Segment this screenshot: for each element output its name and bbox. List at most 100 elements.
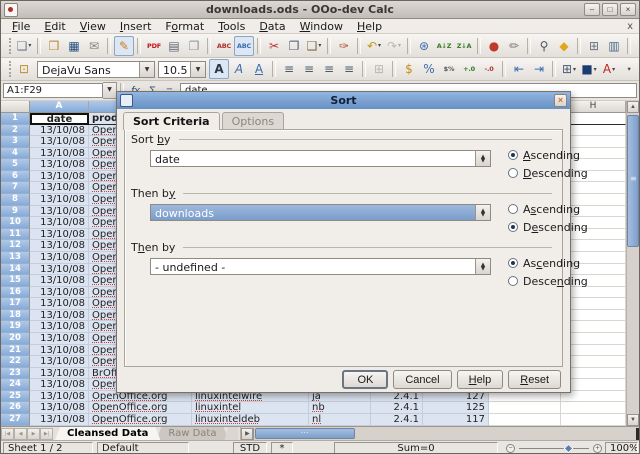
row-header-3[interactable]: 3	[1, 136, 30, 148]
cell[interactable]: 13/10/08	[30, 182, 89, 194]
cell[interactable]: 117	[423, 414, 489, 426]
reset-button[interactable]: Reset	[508, 370, 561, 389]
find-replace-button[interactable]: ⚲	[534, 36, 554, 56]
open-button[interactable]: ❒	[44, 36, 64, 56]
align-right-button[interactable]: ≡	[319, 59, 339, 79]
clone-formatting-button[interactable]: ✑	[334, 36, 354, 56]
document-close-icon[interactable]: x	[627, 21, 633, 32]
toolbar-overflow-button[interactable]: ▾	[619, 59, 639, 79]
edit-file-button[interactable]: ✎	[114, 36, 134, 56]
cell[interactable]: linuxintel	[192, 402, 309, 414]
zoom-button[interactable]: ⚲	[634, 36, 640, 56]
delete-decimal-place-button[interactable]: -.0	[479, 59, 499, 79]
radio-icon[interactable]	[508, 258, 518, 268]
chevron-down-icon[interactable]: ▼	[190, 62, 205, 77]
row-header-18[interactable]: 18	[1, 310, 30, 322]
undo-button[interactable]: ↶▾	[364, 36, 384, 56]
row-header-15[interactable]: 15	[1, 275, 30, 287]
hyperlink-button[interactable]: ⊛	[414, 36, 434, 56]
menu-format[interactable]: Format	[158, 19, 211, 34]
row-header-6[interactable]: 6	[1, 171, 30, 183]
cell[interactable]: 13/10/08	[30, 298, 89, 310]
cell[interactable]: 13/10/08	[30, 194, 89, 206]
cell[interactable]: 13/10/08	[30, 171, 89, 183]
row-header-14[interactable]: 14	[1, 264, 30, 276]
number-format-percent-button[interactable]: %	[419, 59, 439, 79]
merge-cells-button[interactable]: ⊞	[369, 59, 389, 79]
cell[interactable]: 125	[423, 402, 489, 414]
row-header-11[interactable]: 11	[1, 229, 30, 241]
menu-window[interactable]: Window	[293, 19, 350, 34]
last-sheet-button[interactable]: ▶|	[40, 428, 53, 440]
cancel-button[interactable]: Cancel	[393, 370, 451, 389]
dialog-close-button[interactable]: ×	[554, 94, 567, 107]
previous-sheet-button[interactable]: ◀	[14, 428, 27, 440]
row-header-2[interactable]: 2	[1, 125, 30, 137]
cell[interactable]: 13/10/08	[30, 379, 89, 391]
gallery-button[interactable]: ⊞	[584, 36, 604, 56]
spinner-icon[interactable]: ▲▼	[475, 151, 490, 166]
page-style-field[interactable]: Default	[97, 442, 189, 454]
sort-by-combobox[interactable]: date ▲▼	[150, 150, 491, 167]
row-header-27[interactable]: 27	[1, 414, 30, 426]
cell[interactable]: OpenOffice.org	[89, 414, 192, 426]
page-preview-button[interactable]: ❐	[184, 36, 204, 56]
zoom-in-icon[interactable]: +	[593, 444, 602, 453]
cell[interactable]: 13/10/08	[30, 217, 89, 229]
sort-descending-button[interactable]: Z↓A	[454, 36, 474, 56]
cell[interactable]: 13/10/08	[30, 240, 89, 252]
tab-sort-criteria[interactable]: Sort Criteria	[123, 112, 220, 130]
then-by-combobox-2[interactable]: - undefined - ▲▼	[150, 258, 491, 275]
cell[interactable]: 13/10/08	[30, 159, 89, 171]
export-pdf-button[interactable]: PDF	[144, 36, 164, 56]
cell[interactable]: nl	[309, 414, 371, 426]
font-size-combobox[interactable]: 10.5 ▼	[158, 61, 206, 78]
zoom-out-icon[interactable]: −	[506, 444, 515, 453]
cell[interactable]: 13/10/08	[30, 310, 89, 322]
maximize-button[interactable]: □	[602, 3, 618, 16]
cell[interactable]: linuxinteldeb	[192, 414, 309, 426]
menu-view[interactable]: View	[73, 19, 113, 34]
descending-radio-3[interactable]: Descending	[508, 274, 588, 288]
row-header-7[interactable]: 7	[1, 182, 30, 194]
cell[interactable]: 13/10/08	[30, 368, 89, 380]
zoom-percentage[interactable]: 100%	[605, 442, 638, 454]
selection-mode-field[interactable]: STD	[233, 442, 267, 454]
cut-button[interactable]: ✂	[264, 36, 284, 56]
descending-radio-1[interactable]: Descending	[508, 166, 588, 180]
cell[interactable]: 13/10/08	[30, 356, 89, 368]
cell[interactable]	[489, 402, 561, 414]
radio-icon[interactable]	[508, 222, 518, 232]
cell[interactable]: nb	[309, 402, 371, 414]
row-header-12[interactable]: 12	[1, 240, 30, 252]
first-sheet-button[interactable]: |◀	[1, 428, 14, 440]
horizontal-scrollbar[interactable]: ◀ ▶	[240, 427, 639, 440]
horizontal-scrollbar-thumb[interactable]	[255, 428, 355, 439]
row-header-10[interactable]: 10	[1, 217, 30, 229]
menu-data[interactable]: Data	[252, 19, 292, 34]
cell[interactable]: OpenOffice.org	[89, 402, 192, 414]
zoom-slider-track[interactable]	[519, 448, 589, 449]
name-box[interactable]: A1:F29	[3, 83, 103, 98]
spinner-icon[interactable]: ▲▼	[475, 205, 490, 220]
menu-insert[interactable]: Insert	[113, 19, 159, 34]
cell[interactable]: 13/10/08	[30, 125, 89, 137]
cell[interactable]: 13/10/08	[30, 414, 89, 426]
menu-tools[interactable]: Tools	[211, 19, 252, 34]
cell[interactable]: 13/10/08	[30, 287, 89, 299]
spinner-icon[interactable]: ▲▼	[475, 259, 490, 274]
cell[interactable]	[561, 414, 626, 426]
cell[interactable]: 2.4.1	[371, 414, 423, 426]
row-header-16[interactable]: 16	[1, 287, 30, 299]
column-header-A[interactable]: A	[30, 101, 89, 113]
italic-button[interactable]: A	[229, 59, 249, 79]
cell[interactable]: 13/10/08	[30, 402, 89, 414]
cell[interactable]: date	[30, 113, 89, 125]
row-header-5[interactable]: 5	[1, 159, 30, 171]
ascending-radio-3[interactable]: Ascending	[508, 256, 588, 270]
copy-button[interactable]: ❐	[284, 36, 304, 56]
sheet-tab-raw-data[interactable]: Raw Data	[156, 427, 228, 440]
background-color-button[interactable]: ■▾	[579, 59, 599, 79]
row-header-17[interactable]: 17	[1, 298, 30, 310]
underline-button[interactable]: A	[249, 59, 269, 79]
